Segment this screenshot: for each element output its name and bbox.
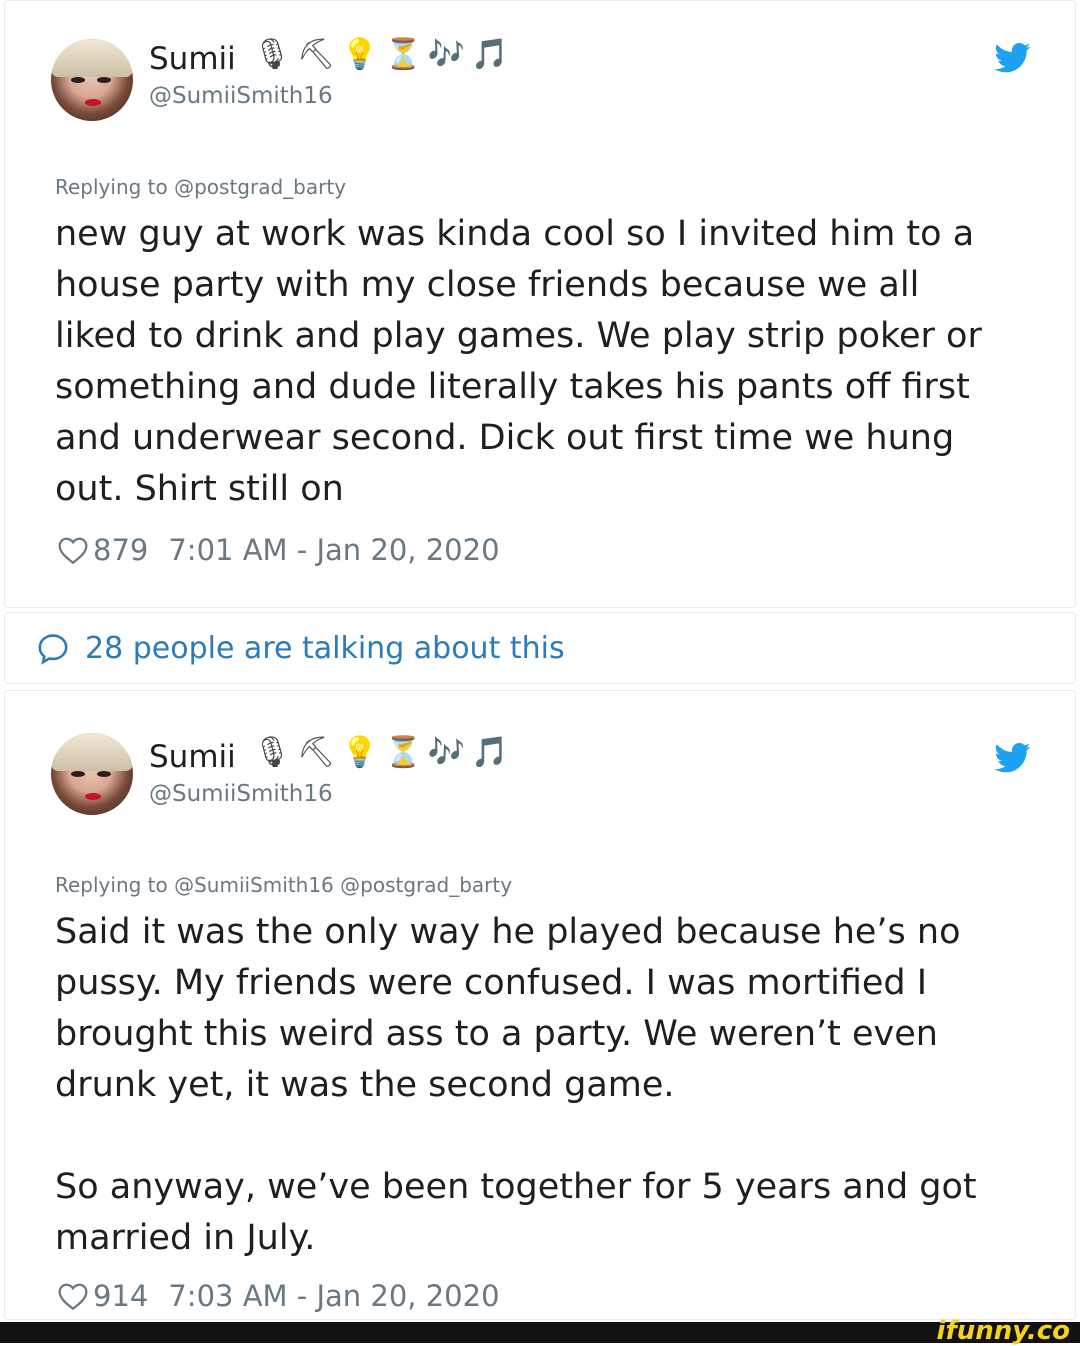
tweet-text: Said it was the only way he played becau… [55, 912, 977, 1258]
like-count: 879 [93, 533, 149, 567]
replying-to[interactable]: Replying to @postgrad_barty [55, 175, 346, 199]
twitter-bird-icon[interactable] [995, 743, 1031, 773]
twitter-bird-icon[interactable] [995, 43, 1031, 73]
heart-icon[interactable] [57, 1281, 89, 1311]
tweet-meta: 914 7:03 AM - Jan 20, 2020 [57, 1279, 500, 1313]
avatar[interactable] [51, 733, 133, 815]
tweet-card-1: Sumii 🎙⛏💡⏳🎶🎵 @SumiiSmith16 Replying to @… [4, 0, 1076, 608]
name-emoji: 🎙⛏💡⏳🎶🎵 [253, 735, 515, 770]
replying-to[interactable]: Replying to @SumiiSmith16 @postgrad_bart… [55, 873, 512, 897]
display-name[interactable]: Sumii [149, 739, 236, 775]
timestamp[interactable]: 7:01 AM - Jan 20, 2020 [168, 533, 499, 567]
heart-icon[interactable] [57, 535, 89, 565]
user-handle[interactable]: @SumiiSmith16 [149, 83, 333, 109]
avatar[interactable] [51, 39, 133, 121]
watermark-bar: ifunny.co [0, 1318, 1080, 1344]
tweet-meta: 879 7:01 AM - Jan 20, 2020 [57, 533, 500, 567]
display-name[interactable]: Sumii [149, 41, 236, 77]
like-count: 914 [93, 1279, 149, 1313]
tweet-card-2: Sumii 🎙⛏💡⏳🎶🎵 @SumiiSmith16 Replying to @… [4, 690, 1076, 1320]
talking-label[interactable]: 28 people are talking about this [85, 631, 565, 666]
name-emoji: 🎙⛏💡⏳🎶🎵 [253, 37, 515, 72]
tweet-text: new guy at work was kinda cool so I invi… [55, 214, 982, 509]
timestamp[interactable]: 7:03 AM - Jan 20, 2020 [168, 1279, 499, 1313]
comment-bubble-icon [38, 633, 68, 665]
user-handle[interactable]: @SumiiSmith16 [149, 781, 333, 807]
ifunny-watermark: ifunny.co [936, 1316, 1070, 1346]
conversation-link[interactable]: 28 people are talking about this [4, 612, 1076, 684]
